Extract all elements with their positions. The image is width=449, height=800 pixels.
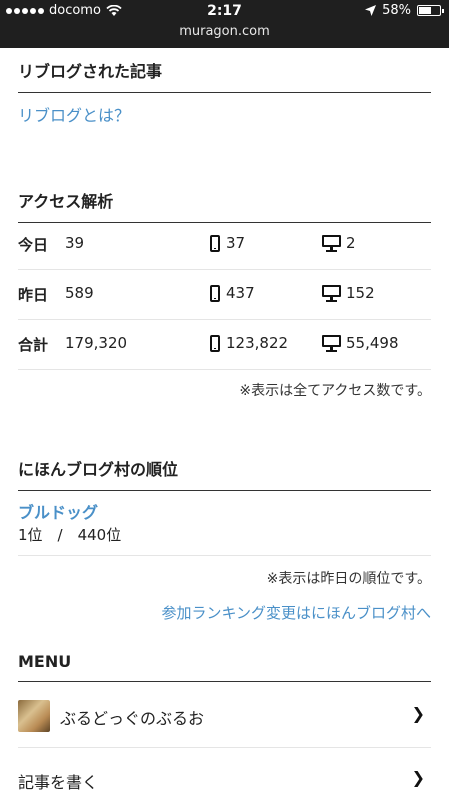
menu-item-label: ぶるどっぐのぶるお: [60, 709, 205, 728]
reblog-help-link[interactable]: リブログとは？: [18, 102, 130, 126]
smartphone-icon: [210, 334, 220, 352]
access-mobile: 437: [210, 284, 255, 302]
chevron-right-icon: ❯: [411, 768, 425, 787]
address-bar-url[interactable]: muragon.com: [0, 24, 449, 39]
access-mobile: 123,822: [210, 334, 288, 352]
access-mobile-count: 437: [226, 284, 255, 302]
access-mobile-count: 123,822: [226, 334, 289, 352]
status-right: 58%: [365, 3, 444, 18]
desktop-monitor-icon: [322, 334, 341, 352]
battery-level-fill: [419, 7, 431, 14]
desktop-monitor-icon: [322, 284, 341, 302]
location-arrow-icon: [365, 5, 377, 16]
ranking-change-link[interactable]: 参加ランキング変更はにほんブログ村へ: [161, 602, 431, 623]
access-row-label: 合計: [18, 336, 49, 354]
access-total: 589: [65, 284, 94, 302]
access-pc-count: 2: [346, 234, 356, 252]
ranking-section-title: にほんブログ村の順位: [18, 456, 431, 491]
ranking-category-link[interactable]: ブルドッグ: [18, 499, 98, 523]
smartphone-icon: [210, 234, 220, 252]
menu-item-profile[interactable]: ぶるどっぐのぶるお ❯: [18, 684, 431, 748]
smartphone-icon: [210, 284, 220, 302]
access-pc: 55,498: [322, 334, 399, 352]
access-note: ※表示は全てアクセス数です。: [239, 383, 431, 399]
access-pc: 152: [322, 284, 375, 302]
access-row-label: 昨日: [18, 286, 49, 304]
access-row-label: 今日: [18, 236, 49, 254]
battery-icon: [417, 5, 444, 16]
access-total: 179,320: [65, 334, 128, 352]
access-pc-count: 55,498: [346, 334, 399, 352]
access-row-total: 合計 179,320 123,822 55,498: [18, 320, 431, 370]
menu-item-write-post[interactable]: 記事を書く ❯: [18, 748, 431, 800]
access-pc: 2: [322, 234, 356, 252]
chevron-right-icon: ❯: [411, 704, 425, 723]
desktop-monitor-icon: [322, 234, 341, 252]
access-mobile-count: 37: [226, 234, 246, 252]
ranking-position: 1位 / 440位: [18, 524, 431, 556]
menu-item-label: 記事を書く: [18, 773, 99, 792]
battery-percent: 58%: [382, 3, 411, 18]
avatar: [18, 700, 50, 732]
access-mobile: 37: [210, 234, 245, 252]
access-row-today: 今日 39 37 2: [18, 220, 431, 270]
access-row-yesterday: 昨日 589 437 152: [18, 270, 431, 320]
ranking-note: ※表示は昨日の順位です。: [266, 571, 431, 587]
status-bar: docomo 2:17 muragon.com 58%: [0, 0, 449, 48]
access-section-title: アクセス解析: [18, 188, 431, 223]
access-total: 39: [65, 234, 85, 252]
menu-section-title: MENU: [18, 652, 431, 682]
access-pc-count: 152: [346, 284, 375, 302]
reblog-section-title: リブログされた記事: [18, 58, 431, 93]
